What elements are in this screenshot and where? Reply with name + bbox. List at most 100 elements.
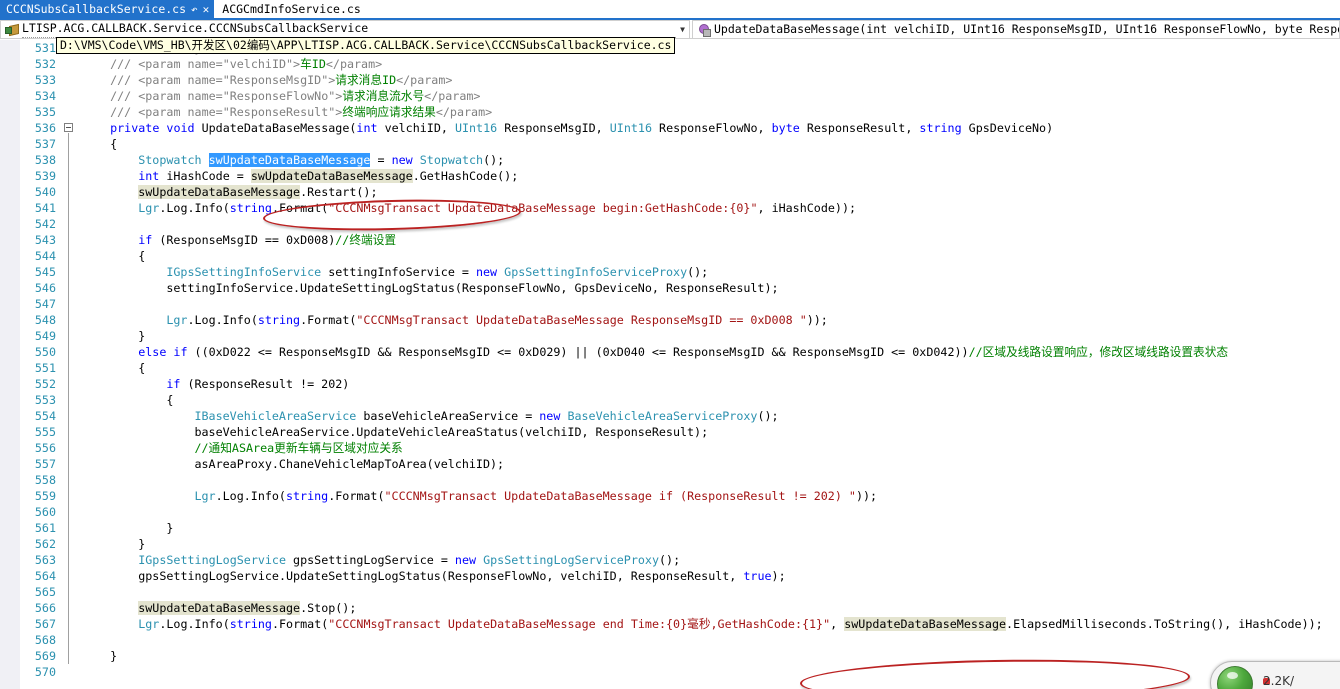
code-line[interactable]: 551 {: [0, 360, 1340, 376]
line-number: 562: [34, 537, 56, 551]
vs-code-editor-window: CCCNSubsCallbackService.cs ↶ ✕ ACGCmdInf…: [0, 0, 1340, 689]
line-number: 543: [34, 233, 56, 247]
document-tab-bar: CCCNSubsCallbackService.cs ↶ ✕ ACGCmdInf…: [0, 0, 1340, 18]
code-text: //通知ASArea更新车辆与区域对应关系: [194, 441, 403, 455]
close-icon[interactable]: ✕: [203, 4, 210, 15]
code-line[interactable]: 560: [0, 504, 1340, 520]
code-line[interactable]: 554 IBaseVehicleAreaService baseVehicleAr…: [0, 408, 1340, 424]
green-ball-icon: [1217, 666, 1253, 689]
tab-acgcmdinfoservice[interactable]: ACGCmdInfoService.cs: [214, 0, 366, 18]
code-line[interactable]: 538 Stopwatch swUpdateDataBaseMessage = n…: [0, 152, 1340, 168]
line-number: 535: [34, 105, 56, 119]
line-number: 538: [34, 153, 56, 167]
line-number: 555: [34, 425, 56, 439]
code-line[interactable]: 540 swUpdateDataBaseMessage.Restart();: [0, 184, 1340, 200]
code-line[interactable]: 568: [0, 632, 1340, 648]
type-dropdown-value: LTISP.ACG.CALLBACK.Service.CCCNSubsCallb…: [22, 20, 676, 38]
code-line[interactable]: 537 {: [0, 136, 1340, 152]
line-number: 544: [34, 249, 56, 263]
code-line[interactable]: 565: [0, 584, 1340, 600]
code-text: swUpdateDataBaseMessage.Stop();: [138, 601, 357, 615]
code-text: Lgr.Log.Info(string.Format("CCCNMsgTrans…: [194, 489, 878, 503]
code-line[interactable]: 555 baseVehicleAreaService.UpdateVehicleA…: [0, 424, 1340, 440]
code-line[interactable]: 533 /// <param name="ResponseMsgID">请求消息I…: [0, 72, 1340, 88]
code-line[interactable]: 541 Lgr.Log.Info(string.Format("CCCNMsgTr…: [0, 200, 1340, 216]
fold-guide-line: [68, 133, 69, 664]
line-number: 560: [34, 505, 56, 519]
tab-cccnsubscallbackservice[interactable]: CCCNSubsCallbackService.cs ↶ ✕: [0, 0, 215, 18]
code-line[interactable]: 549}: [0, 328, 1340, 344]
line-number: 563: [34, 553, 56, 567]
line-number: 537: [34, 137, 56, 151]
line-number: 533: [34, 73, 56, 87]
code-line[interactable]: 539 int iHashCode = swUpdateDataBaseMessa…: [0, 168, 1340, 184]
line-number: 546: [34, 281, 56, 295]
method-icon: [695, 21, 711, 37]
code-line[interactable]: 567 Lgr.Log.Info(string.Format("CCCNMsgTr…: [0, 616, 1340, 632]
code-line[interactable]: 545 IGpsSettingInfoService settingInfoSer…: [0, 264, 1340, 280]
chevron-down-icon[interactable]: ▼: [676, 21, 689, 38]
code-text: if (ResponseResult != 202): [166, 377, 350, 391]
code-line[interactable]: 546 settingInfoService.UpdateSettingLogSt…: [0, 280, 1340, 296]
code-text: Lgr.Log.Info(string.Format("CCCNMsgTrans…: [138, 617, 1323, 631]
line-number: 547: [34, 297, 56, 311]
line-number: 556: [34, 441, 56, 455]
code-text: Lgr.Log.Info(string.Format("CCCNMsgTrans…: [166, 313, 828, 327]
code-line[interactable]: 557 asAreaProxy.ChaneVehicleMapToArea(vel…: [0, 456, 1340, 472]
line-number: 569: [34, 649, 56, 663]
code-lines-container: 531/// </summary>532/// <param name="vel…: [0, 40, 1340, 680]
code-line[interactable]: 543 if (ResponseMsgID == 0xD008)//终端设置: [0, 232, 1340, 248]
line-number: 545: [34, 265, 56, 279]
fold-collapse-icon[interactable]: [62, 120, 76, 136]
code-line[interactable]: 563 IGpsSettingLogService gpsSettingLogSe…: [0, 552, 1340, 568]
tab-label: ACGCmdInfoService.cs: [222, 2, 361, 16]
line-number: 539: [34, 169, 56, 183]
code-text: /// <param name="ResponseMsgID">请求消息ID</…: [110, 73, 453, 87]
code-line[interactable]: 532 /// <param name="velchiID">车ID</param…: [0, 56, 1340, 72]
line-number: 558: [34, 473, 56, 487]
line-number: 566: [34, 601, 56, 615]
line-number: 541: [34, 201, 56, 215]
code-text: }: [138, 537, 146, 551]
download-toast-widget[interactable]: 2.2K/: [1210, 661, 1340, 689]
code-line[interactable]: 559 Lgr.Log.Info(string.Format("CCCNMsgTr…: [0, 488, 1340, 504]
code-line[interactable]: 542: [0, 216, 1340, 232]
code-line[interactable]: 564 gpsSettingLogService.UpdateSettingLog…: [0, 568, 1340, 584]
member-dropdown[interactable]: UpdateDataBaseMessage(int velchiID, UInt…: [692, 19, 1340, 39]
toast-label: 2.2K/: [1263, 674, 1294, 688]
code-text: {: [166, 393, 174, 407]
code-line[interactable]: 569}: [0, 648, 1340, 664]
line-number: 550: [34, 345, 56, 359]
line-number: 565: [34, 585, 56, 599]
code-line[interactable]: 547: [0, 296, 1340, 312]
code-line[interactable]: 566 swUpdateDataBaseMessage.Stop();: [0, 600, 1340, 616]
code-line[interactable]: 552 if (ResponseResult != 202): [0, 376, 1340, 392]
code-text: Lgr.Log.Info(string.Format("CCCNMsgTrans…: [138, 201, 857, 215]
code-line[interactable]: 535 /// <param name="ResponseResult">终端响应…: [0, 104, 1340, 120]
code-text: if (ResponseMsgID == 0xD008)//终端设置: [138, 233, 397, 247]
code-text: }: [138, 329, 146, 343]
code-text: int iHashCode = swUpdateDataBaseMessage.…: [138, 169, 519, 183]
code-line[interactable]: 548 Lgr.Log.Info(string.Format("CCCNMsgTr…: [0, 312, 1340, 328]
code-line[interactable]: 553 {: [0, 392, 1340, 408]
type-dropdown[interactable]: LTISP.ACG.CALLBACK.Service.CCCNSubsCallb…: [0, 19, 690, 39]
class-icon: [3, 21, 19, 37]
code-line[interactable]: 544 {: [0, 248, 1340, 264]
code-line[interactable]: 536 private void UpdateDataBaseMessage(in…: [0, 120, 1340, 136]
code-line[interactable]: 561}: [0, 520, 1340, 536]
code-text: swUpdateDataBaseMessage.Restart();: [138, 185, 378, 199]
code-line[interactable]: 570: [0, 664, 1340, 680]
code-line[interactable]: 550 else if ((0xD022 <= ResponseMsgID && …: [0, 344, 1340, 360]
code-line[interactable]: 558: [0, 472, 1340, 488]
code-line[interactable]: 534 /// <param name="ResponseFlowNo">请求消息…: [0, 88, 1340, 104]
code-line[interactable]: 562}: [0, 536, 1340, 552]
line-number: 549: [34, 329, 56, 343]
code-line[interactable]: 556 //通知ASArea更新车辆与区域对应关系: [0, 440, 1340, 456]
file-path-tooltip: D:\VMS\Code\VMS_HB\开发区\02编码\APP\LTISP.AC…: [56, 37, 676, 54]
code-text: /// <param name="ResponseResult">终端响应请求结…: [110, 105, 493, 119]
line-number: 532: [34, 57, 56, 71]
pin-icon[interactable]: ↶: [191, 4, 198, 15]
code-text: IGpsSettingInfoService settingInfoServic…: [166, 265, 709, 279]
code-editor-surface[interactable]: 531/// </summary>532/// <param name="vel…: [0, 40, 1340, 689]
code-text: Stopwatch swUpdateDataBaseMessage = new …: [138, 153, 505, 167]
